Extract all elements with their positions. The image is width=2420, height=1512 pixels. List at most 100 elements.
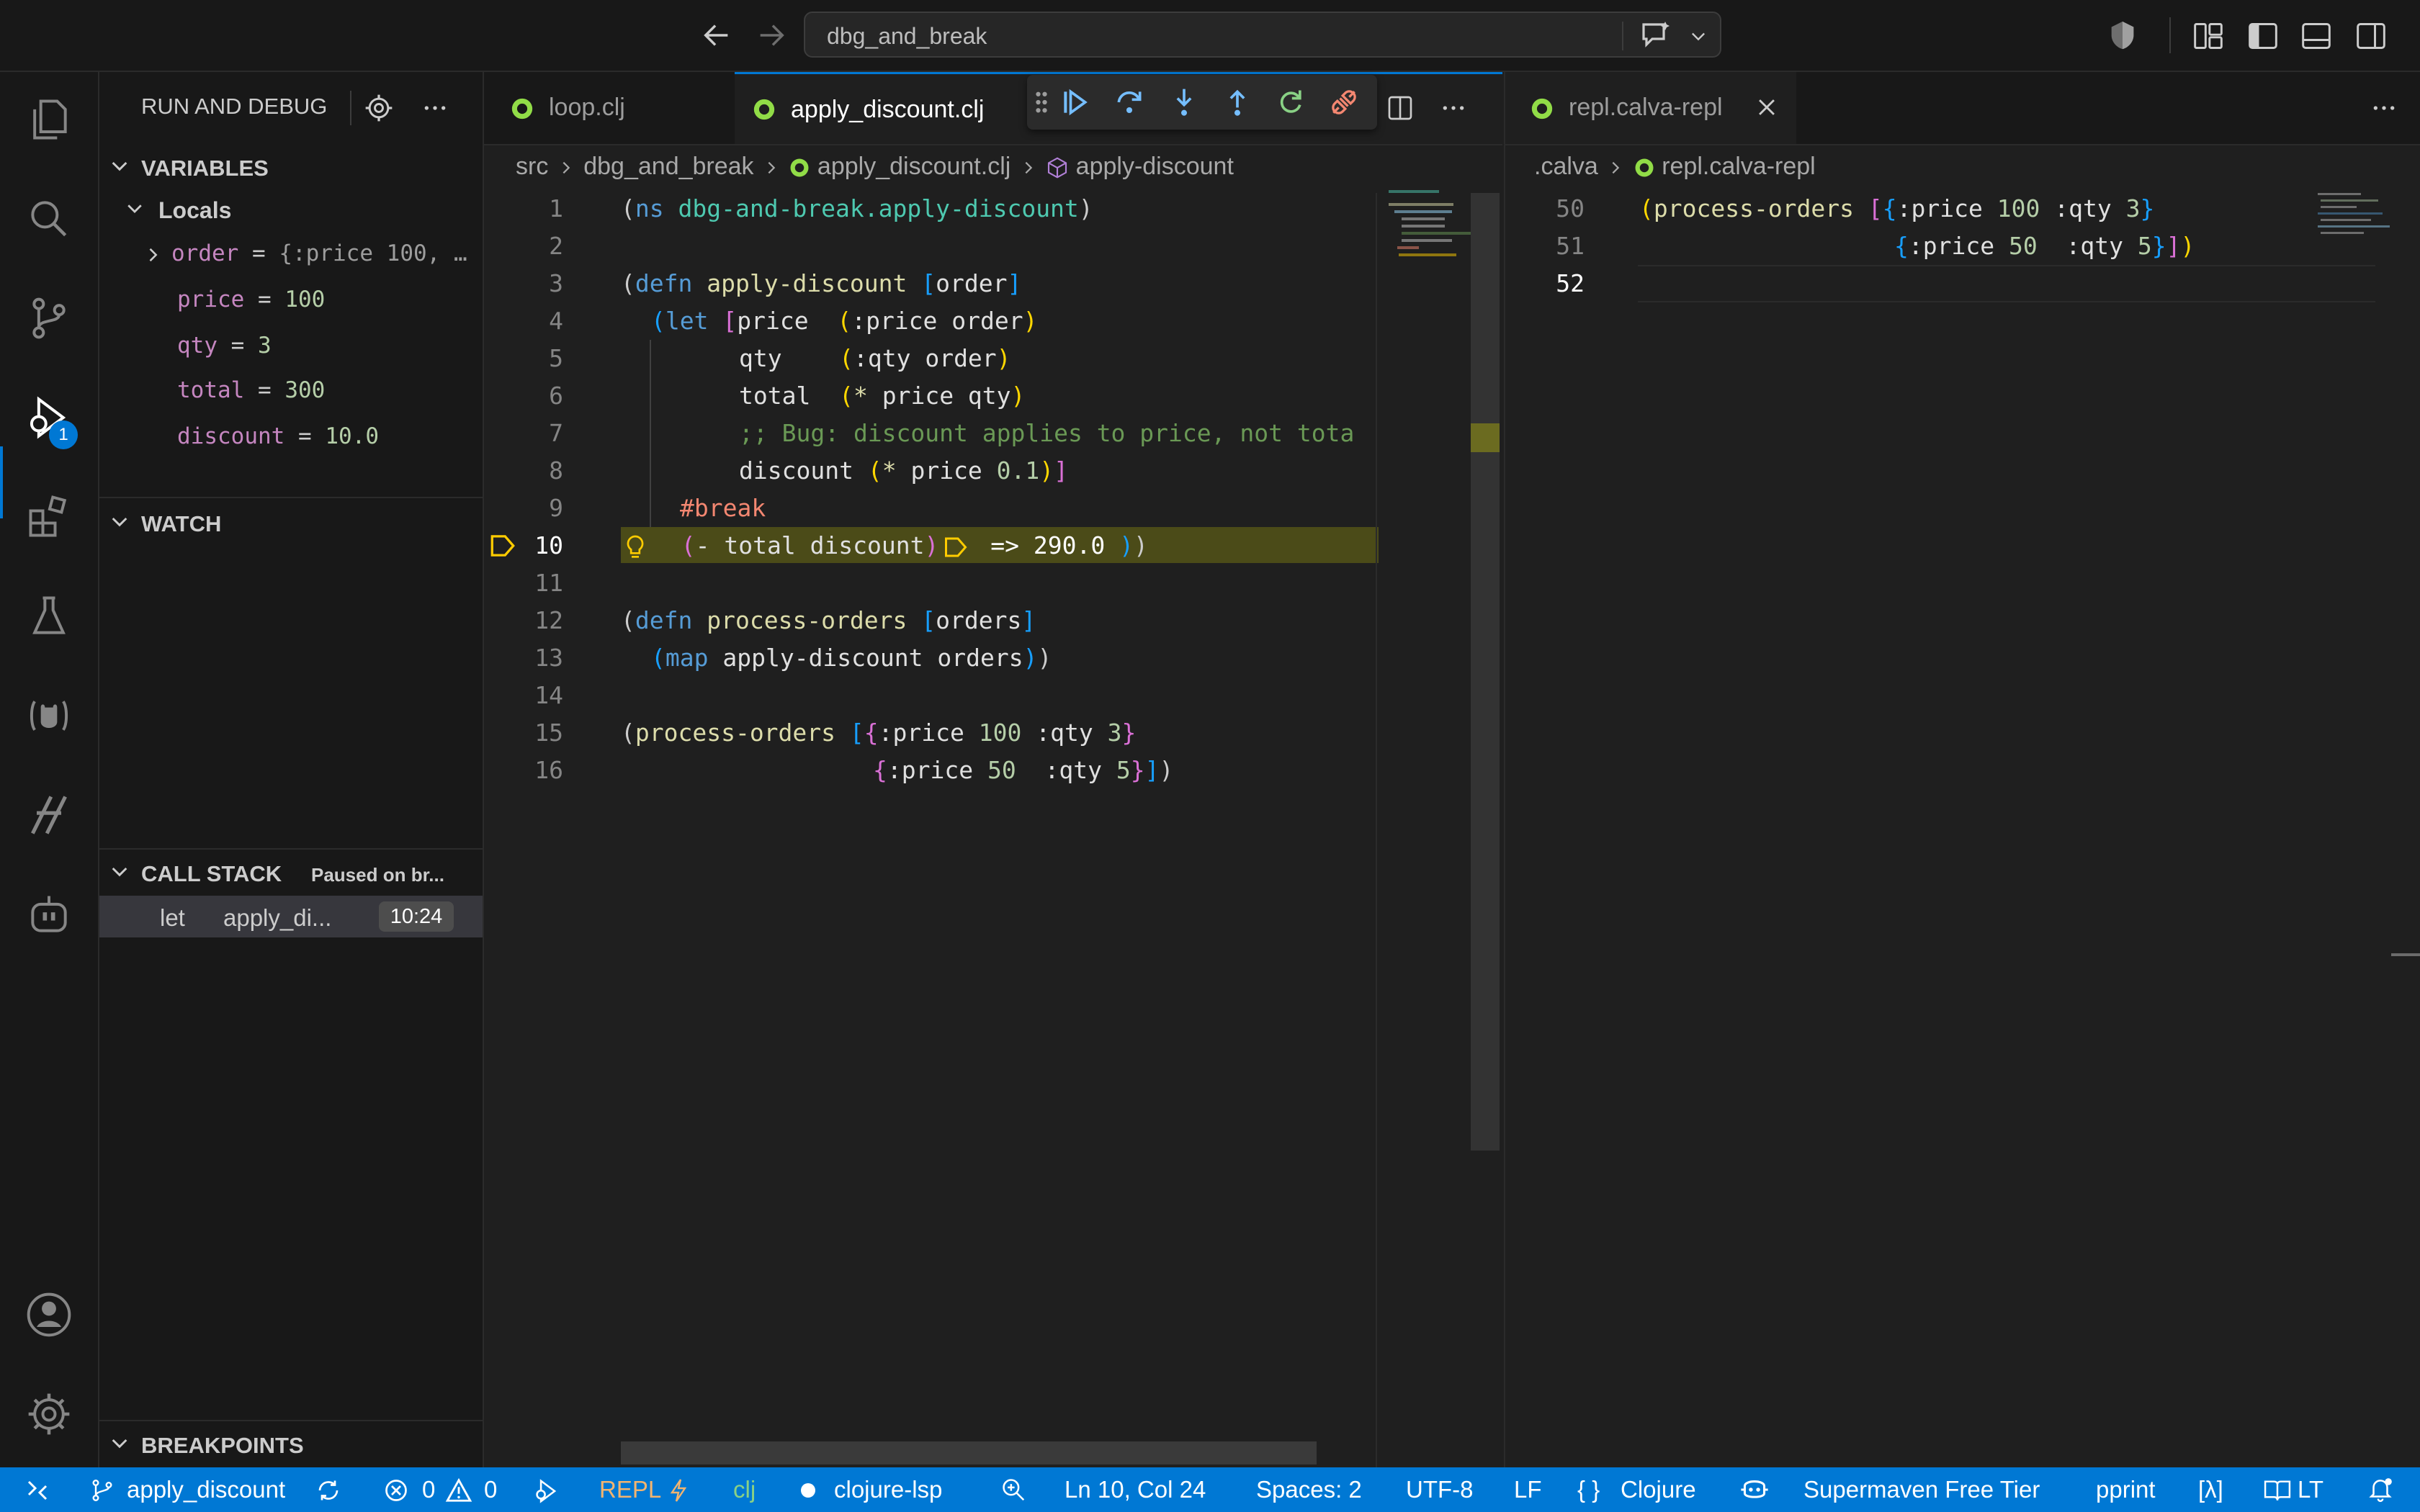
settings-gear-icon[interactable] [24,1390,73,1439]
remote-indicator-icon[interactable] [24,1477,50,1503]
breakpoints-section-header[interactable]: BREAKPOINTS [99,1424,483,1464]
minimap[interactable] [1384,190,1485,377]
warning-count[interactable]: 0 [484,1476,497,1503]
drag-handle-icon[interactable] [1033,89,1050,115]
zoom-icon[interactable] [1000,1476,1027,1503]
code-line-6[interactable]: total (* price qty) [739,377,1025,415]
editor-more-actions-icon[interactable] [1439,94,1468,122]
error-count[interactable]: 0 [422,1476,435,1503]
tab-repl-calva-repl[interactable]: repl.calva-repl [1505,72,1796,144]
joyride-icon[interactable] [24,791,73,840]
restart-icon[interactable] [1275,86,1307,118]
variable-row-discount[interactable]: discount = 10.0 [177,423,379,449]
testing-flask-icon[interactable] [24,592,73,641]
chevron-down-icon[interactable] [1688,26,1708,46]
variable-row-price[interactable]: price = 100 [177,287,325,312]
call-stack-frame[interactable]: let apply_di... 10:24 [99,896,483,937]
breadcrumb-item[interactable]: .calva [1534,153,1598,180]
indentation[interactable]: Spaces: 2 [1256,1476,1362,1503]
chevron-right-icon [558,160,574,176]
supermaven-status[interactable]: Supermaven Free Tier [1803,1476,2040,1503]
variables-section-header[interactable]: VARIABLES [99,147,483,187]
customize-layout-icon[interactable] [2192,20,2224,52]
disconnect-icon[interactable] [1328,86,1360,118]
error-icon[interactable] [383,1477,409,1503]
end-of-line[interactable]: LF [1514,1476,1542,1503]
toggle-primary-sidebar-icon[interactable] [2247,20,2279,52]
code-line-13[interactable]: (map apply-discount orders)) [651,639,1052,677]
step-out-icon[interactable] [1222,86,1253,118]
code-line-4[interactable]: (let [price (:price order) [651,302,1038,340]
code-line-5[interactable]: qty (:qty order) [739,340,1011,377]
code-line-3[interactable]: (defn apply-discount [order] [621,265,1021,302]
editor-more-actions-icon[interactable] [2370,94,2398,122]
variable-row-qty[interactable]: qty = 3 [177,333,272,359]
breadcrumb-item[interactable]: apply_discount.clj [817,153,1010,180]
toggle-panel-icon[interactable] [2300,20,2332,52]
code-line-16[interactable]: {:price 50 :qty 5}]) [873,752,1173,789]
code-line-12[interactable]: (defn process-orders [orders] [621,602,1036,639]
account-icon[interactable] [24,1290,73,1339]
code-line-15[interactable]: (process-orders [{:price 100 :qty 3} [621,714,1136,752]
extensions-icon[interactable] [24,492,73,541]
more-actions-icon[interactable] [421,94,449,122]
breadcrumb-item[interactable]: repl.calva-repl [1662,153,1816,180]
variable-row-total[interactable]: total = 300 [177,377,325,403]
source-control-icon[interactable] [24,294,73,343]
repl-code-line-51[interactable]: {:price 50 :qty 5}]) [1894,228,2195,265]
sync-icon[interactable] [315,1477,341,1503]
locals-scope-row[interactable]: Locals [99,192,483,229]
toggle-secondary-sidebar-icon[interactable] [2355,20,2387,52]
language-short[interactable]: clj [733,1476,756,1503]
continue-icon[interactable] [1059,86,1090,118]
lsp-status[interactable]: clojure-lsp [834,1476,942,1503]
account-shield-icon[interactable] [2106,19,2139,52]
tab-loop-clj[interactable]: loop.clj [484,72,733,144]
breadcrumb-item[interactable]: dbg_and_break [583,153,753,180]
command-center-search[interactable]: dbg_and_break [804,12,1721,58]
lambda-indicator[interactable]: [λ] [2198,1476,2223,1503]
repl-status[interactable]: REPL [599,1476,661,1503]
git-branch-name[interactable]: apply_discount [127,1476,285,1503]
lightbulb-icon[interactable] [621,533,653,562]
back-arrow-icon[interactable] [700,19,733,52]
copilot-icon[interactable] [1739,1476,1770,1503]
breadcrumb-item[interactable]: apply-discount [1076,153,1234,180]
code-line-1[interactable]: (ns dbg-and-break.apply-discount) [621,190,1093,228]
repl-code-line-50[interactable]: (process-orders [{:price 100 :qty 3} [1639,190,2154,228]
explorer-files-icon[interactable] [24,95,73,144]
close-tab-icon[interactable] [1754,95,1779,120]
code-line-10[interactable]: (- total discount) => 290.0 )) [621,527,1148,564]
step-into-icon[interactable] [1168,86,1200,118]
horizontal-scrollbar[interactable] [621,1441,1317,1464]
lt-indicator[interactable]: LT [2298,1476,2323,1503]
language-mode[interactable]: Clojure [1621,1476,1696,1503]
notification-bell-icon[interactable] [2367,1476,2394,1503]
variable-row-order[interactable]: order = {:price 100, … [143,240,467,266]
forward-arrow-icon[interactable] [755,19,788,52]
line-number: 16 [534,756,563,784]
debug-settings-gear-icon[interactable] [363,92,395,124]
git-branch-icon[interactable] [89,1477,115,1503]
copilot-robot-icon[interactable] [24,890,73,939]
warning-icon[interactable] [445,1477,472,1503]
chevron-right-icon [1021,160,1036,176]
pprint-toggle[interactable]: pprint [2096,1476,2156,1503]
inline-breakpoint-icon[interactable] [943,535,972,559]
copilot-chat-icon[interactable] [1639,20,1674,52]
code-line-7[interactable]: ;; Bug: discount applies to price, not t… [739,415,1354,452]
watch-section-header[interactable]: WATCH [99,503,483,543]
code-line-8[interactable]: discount (* price 0.1)] [739,452,1068,490]
cursor-position[interactable]: Ln 10, Col 24 [1065,1476,1206,1503]
search-icon[interactable] [24,194,73,243]
minimap[interactable] [2315,190,2401,334]
calva-repl-icon[interactable] [24,691,73,740]
debug-status-icon[interactable] [533,1477,560,1505]
call-stack-section-header[interactable]: CALL STACK Paused on br... [99,852,483,893]
step-over-icon[interactable] [1113,86,1145,118]
vertical-scrollbar[interactable] [1471,193,1500,1151]
breadcrumb-item[interactable]: src [516,153,548,180]
split-editor-icon[interactable] [1386,94,1415,122]
encoding[interactable]: UTF-8 [1406,1476,1474,1503]
code-line-9[interactable]: #break [680,490,766,527]
